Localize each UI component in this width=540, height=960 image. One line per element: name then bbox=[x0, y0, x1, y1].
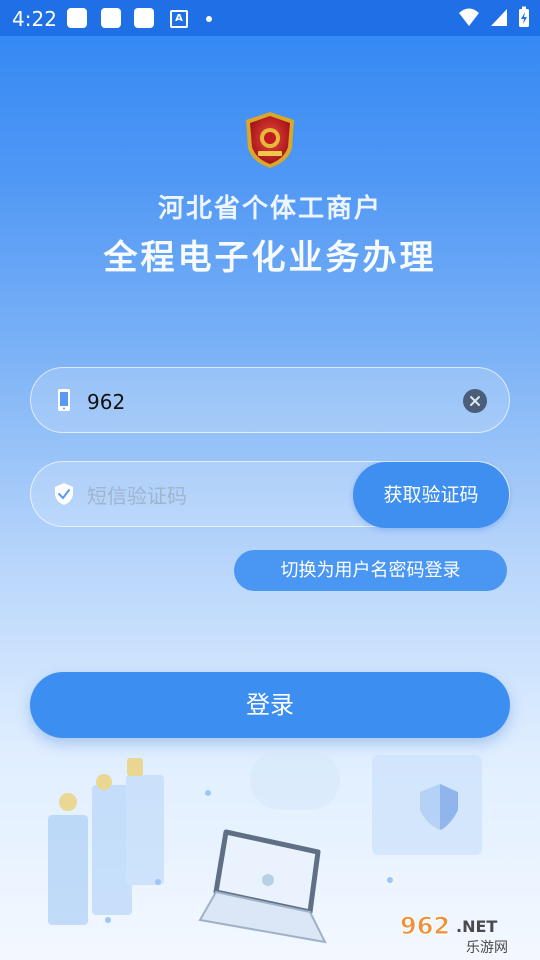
close-icon bbox=[470, 396, 480, 406]
wifi-icon bbox=[459, 8, 479, 26]
font-icon: A bbox=[170, 10, 188, 28]
sms-code-field: 获取验证码 bbox=[30, 461, 510, 528]
svg-text:962: 962 bbox=[400, 912, 450, 940]
site-watermark-logo: 962 .NET 乐游网 bbox=[400, 912, 509, 957]
shield-check-icon bbox=[55, 483, 73, 505]
status-time: 4:22 bbox=[12, 7, 57, 31]
notification-icon bbox=[67, 8, 87, 28]
notification-icon bbox=[101, 8, 121, 28]
app-title-line1: 河北省个体工商户 bbox=[157, 194, 382, 224]
phone-input[interactable] bbox=[85, 382, 449, 422]
app-title-line2: 全程电子化业务办理 bbox=[103, 238, 437, 278]
phone-field bbox=[30, 367, 510, 433]
more-notifications-dot bbox=[206, 16, 212, 22]
phone-icon bbox=[58, 389, 70, 411]
switch-login-mode-button[interactable]: 切换为用户名密码登录 bbox=[234, 550, 507, 591]
get-code-button[interactable]: 获取验证码 bbox=[353, 462, 509, 528]
signal-icon bbox=[491, 9, 507, 26]
login-button[interactable]: 登录 bbox=[30, 672, 510, 738]
national-emblem-icon bbox=[246, 112, 294, 168]
battery-icon bbox=[519, 6, 529, 27]
svg-text:.NET: .NET bbox=[456, 917, 497, 936]
clear-input-button[interactable] bbox=[463, 389, 487, 413]
notification-icon bbox=[134, 8, 154, 28]
status-bar: 4:22 A bbox=[0, 0, 540, 36]
svg-text:乐游网: 乐游网 bbox=[466, 940, 508, 956]
